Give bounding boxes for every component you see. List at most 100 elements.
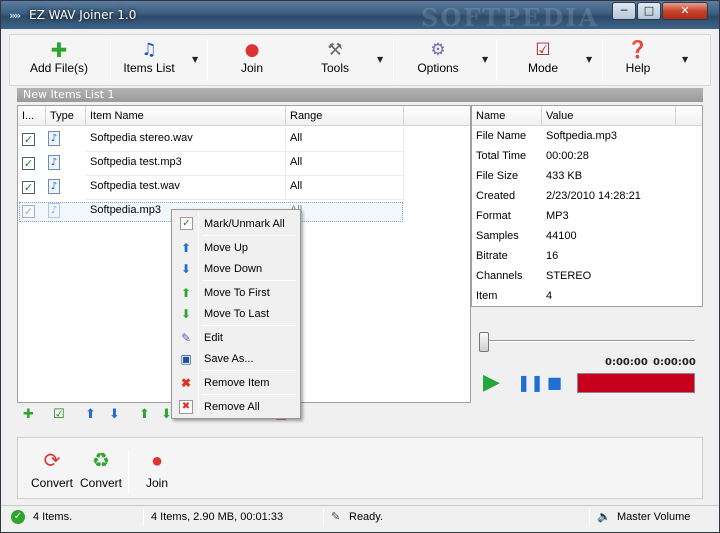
status-summary: 4 Items, 2.90 MB, 00:01:33 — [151, 511, 284, 523]
row-checkbox[interactable]: ✓ — [22, 133, 35, 146]
menu-item-mark-unmark-all[interactable]: ✓ Mark/Unmark All — [174, 214, 298, 234]
menu-item-edit[interactable]: ✎ Edit — [174, 328, 298, 348]
tools-dropdown-icon[interactable]: ▼ — [377, 55, 383, 64]
row-checkbox[interactable]: ✓ — [22, 205, 35, 218]
range-cell: All — [286, 200, 404, 224]
property-name: Item — [476, 290, 498, 302]
play-icon[interactable]: ▶ — [483, 372, 500, 394]
table-row[interactable]: ✓ ♪ Softpedia test.wav All — [18, 176, 470, 200]
seek-slider-thumb[interactable] — [479, 332, 489, 352]
speaker-icon[interactable]: 🔈 — [597, 509, 611, 525]
status-separator — [143, 508, 144, 526]
mark-all-icon[interactable]: ☑ — [53, 407, 65, 422]
menu-item-label: Move To First — [204, 287, 270, 299]
add-item-icon[interactable]: ✚ — [23, 407, 34, 422]
move-first-icon[interactable]: ⬆ — [139, 407, 150, 422]
property-value: 44100 — [546, 230, 577, 242]
items-list-button[interactable]: ♫ Items List — [118, 39, 180, 83]
master-volume-label[interactable]: Master Volume — [617, 509, 690, 525]
property-name: Channels — [476, 270, 523, 282]
table-row[interactable]: ✓ ♪ Softpedia test.mp3 All — [18, 152, 470, 176]
move-down-icon[interactable]: ⬇ — [109, 407, 120, 422]
convert-button-1[interactable]: ⟳ Convert — [30, 446, 74, 490]
column-header-empty — [404, 106, 470, 126]
row-checkbox[interactable]: ✓ — [22, 157, 35, 170]
menu-item-move-to-last[interactable]: ⬇ Move To Last — [174, 304, 298, 324]
join-circles-icon: ● — [244, 40, 260, 60]
toolbar-separator — [496, 39, 497, 81]
property-row: Total Time 00:00:28 — [472, 146, 702, 166]
edit-icon: ✎ — [331, 511, 341, 523]
column-header-item-name[interactable]: Item Name — [86, 106, 286, 126]
property-row: File Size 433 KB — [472, 166, 702, 186]
help-dropdown-icon[interactable]: ▼ — [682, 55, 688, 64]
table-row[interactable]: ✓ ♪ Softpedia stereo.wav All — [18, 128, 470, 152]
properties-table[interactable]: Name Value File Name Softpedia.mp3 Total… — [471, 105, 703, 307]
app-logo-icon: »» — [9, 9, 21, 22]
help-icon: ❓ — [627, 40, 649, 60]
options-dropdown-icon[interactable]: ▼ — [482, 55, 488, 64]
join-toolbar-button[interactable]: ● Join — [232, 39, 272, 83]
item-name-cell: Softpedia test.wav — [86, 176, 286, 200]
property-value: MP3 — [546, 210, 569, 222]
toolbar-separator — [110, 39, 111, 81]
current-time: 0:00:00 — [605, 357, 648, 368]
join-panel-button[interactable]: ● Join — [142, 446, 172, 490]
help-button[interactable]: ❓ Help — [618, 39, 658, 83]
menu-item-move-to-first[interactable]: ⬆ Move To First — [174, 283, 298, 303]
close-button[interactable]: ✕ — [662, 2, 708, 20]
mode-dropdown-icon[interactable]: ▼ — [586, 55, 592, 64]
move-up-icon[interactable]: ⬆ — [85, 407, 96, 422]
item-name-cell: Softpedia test.mp3 — [86, 152, 286, 176]
mode-button[interactable]: ☑ Mode — [518, 39, 568, 83]
menu-separator — [202, 394, 296, 395]
status-separator — [589, 508, 590, 526]
column-header-name[interactable]: Name — [472, 106, 542, 126]
range-cell: All — [286, 152, 404, 176]
panel-separator — [128, 450, 129, 494]
property-name: Bitrate — [476, 250, 508, 262]
gears-icon: ⚙ — [430, 40, 446, 60]
toolbar-separator — [602, 39, 603, 81]
seek-track[interactable] — [485, 340, 695, 342]
title-bar[interactable]: »» EZ WAV Joiner 1.0 SOFTPEDIA ─ □ ✕ — [1, 1, 719, 32]
column-header-value[interactable]: Value — [542, 106, 676, 126]
remove-all-icon: ✖ — [179, 400, 193, 414]
main-toolbar: ✚ Add File(s) ♫ Items List ▼ ● Join ⚒ To… — [9, 34, 711, 86]
menu-separator — [202, 280, 296, 281]
tools-button[interactable]: ⚒ Tools — [312, 39, 358, 83]
column-header-index[interactable]: I... — [18, 106, 46, 126]
items-list-dropdown-icon[interactable]: ▼ — [192, 55, 198, 64]
menu-item-remove-all[interactable]: ✖ Remove All — [174, 397, 298, 417]
maximize-button[interactable]: □ — [637, 2, 661, 20]
convert-button-2[interactable]: ♻ Convert — [78, 446, 124, 490]
options-button[interactable]: ⚙ Options — [410, 39, 466, 83]
property-row: Channels STEREO — [472, 266, 702, 286]
stop-icon[interactable]: ■ — [547, 373, 562, 393]
menu-item-label: Remove All — [204, 401, 260, 413]
property-name: Samples — [476, 230, 519, 242]
checkbox-icon: ✓ — [180, 217, 193, 230]
status-item-count: 4 Items. — [33, 511, 73, 523]
menu-item-move-down[interactable]: ⬇ Move Down — [174, 259, 298, 279]
softpedia-watermark: SOFTPEDIA — [421, 3, 600, 32]
menu-separator — [202, 235, 296, 236]
options-label: Options — [417, 61, 459, 75]
red-x-icon: ✖ — [180, 376, 192, 390]
window-title: EZ WAV Joiner 1.0 — [29, 8, 137, 22]
join-label: Join — [145, 476, 168, 490]
row-checkbox[interactable]: ✓ — [22, 181, 35, 194]
menu-item-move-up[interactable]: ⬆ Move Up — [174, 238, 298, 258]
column-header-type[interactable]: Type — [46, 106, 86, 126]
pause-icon[interactable]: ❚❚ — [517, 373, 544, 393]
menu-item-remove-item[interactable]: ✖ Remove Item — [174, 373, 298, 393]
convert-label: Convert — [79, 476, 123, 490]
minimize-button[interactable]: ─ — [612, 2, 636, 20]
menu-item-label: Mark/Unmark All — [204, 218, 285, 230]
menu-item-save-as[interactable]: ▣ Save As... — [174, 349, 298, 369]
column-header-range[interactable]: Range — [286, 106, 404, 126]
property-value: Softpedia.mp3 — [546, 130, 617, 142]
add-files-button[interactable]: ✚ Add File(s) — [26, 39, 92, 83]
context-menu: ✓ Mark/Unmark All ⬆ Move Up ⬇ Move Down … — [171, 209, 301, 419]
menu-item-label: Remove Item — [204, 377, 270, 389]
